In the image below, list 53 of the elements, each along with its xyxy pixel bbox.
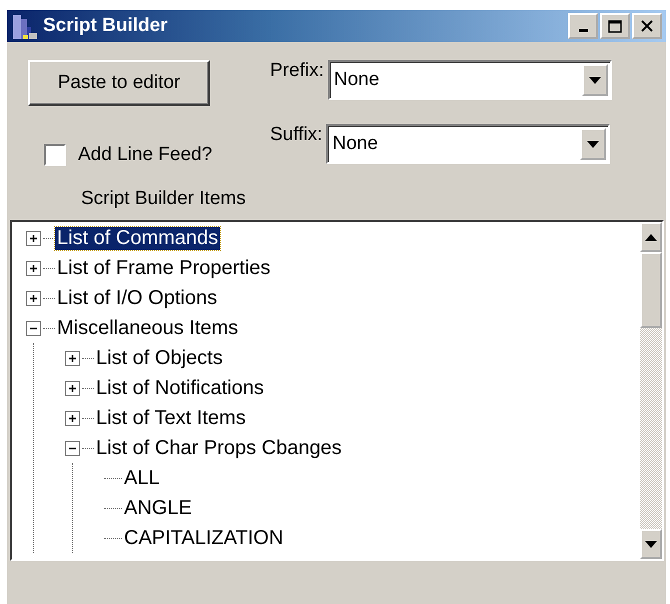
building-icon	[11, 13, 37, 39]
scroll-thumb[interactable]	[640, 252, 662, 328]
plus-icon	[29, 294, 38, 302]
tree-item[interactable]: List of I/O Options	[55, 286, 220, 310]
tree-item[interactable]: ANGLE	[122, 496, 194, 520]
plus-icon	[68, 414, 77, 422]
tree-item[interactable]: List of Objects	[94, 346, 225, 370]
expand-button[interactable]	[65, 350, 80, 366]
scroll-down-button[interactable]	[640, 529, 662, 559]
dropdown-button[interactable]	[580, 128, 606, 160]
checkbox[interactable]	[44, 144, 66, 166]
minimize-button[interactable]	[568, 13, 598, 39]
dropdown-field[interactable]: None	[328, 60, 612, 100]
close-button[interactable]	[632, 13, 662, 39]
scroll-bar[interactable]	[640, 222, 662, 559]
down-arrow-icon	[645, 540, 657, 548]
tree-item[interactable]: List of Text Items	[94, 406, 248, 430]
section-label: Script Builder Items	[81, 188, 246, 210]
field-label: Prefix:	[270, 60, 324, 82]
expand-button[interactable]	[65, 410, 80, 426]
checkbox-label: Add Line Feed?	[78, 144, 212, 166]
close-icon	[641, 20, 653, 32]
tree-item[interactable]: List of Frame Properties	[55, 256, 272, 280]
tree-item[interactable]: List of Commands	[55, 226, 220, 250]
caret-icon	[587, 140, 600, 148]
maximize-button[interactable]	[600, 13, 630, 39]
expand-button[interactable]	[65, 380, 80, 396]
plus-icon	[68, 354, 77, 362]
tree-item[interactable]: List of Notifications	[94, 376, 266, 400]
collapse-button[interactable]	[65, 440, 80, 456]
dropdown-button[interactable]	[582, 64, 608, 96]
paste-to-editor-button[interactable]: Paste to editor	[28, 60, 210, 106]
expand-button[interactable]	[26, 260, 41, 276]
dropdown-value: None	[331, 133, 379, 155]
maximize-icon	[608, 20, 622, 32]
minimize-icon	[578, 29, 588, 32]
tree-item[interactable]: Miscellaneous Items	[55, 316, 240, 340]
field-label: Suffix:	[270, 124, 322, 146]
up-arrow-icon	[645, 234, 657, 240]
plus-icon	[29, 264, 38, 272]
tree-item[interactable]: CAPITALIZATION	[122, 526, 286, 550]
caret-icon	[588, 76, 601, 84]
expand-button[interactable]	[26, 230, 41, 246]
window-title: Script Builder	[43, 15, 169, 37]
tree-item[interactable]: ALL	[122, 466, 162, 490]
expand-button[interactable]	[26, 290, 41, 306]
plus-icon	[29, 234, 38, 242]
collapse-button[interactable]	[26, 320, 41, 336]
scroll-up-button[interactable]	[640, 222, 662, 252]
dropdown-value: None	[332, 69, 380, 91]
tree-item[interactable]: List of Char Props Cbanges	[94, 436, 344, 460]
dropdown-field[interactable]: None	[326, 124, 610, 164]
plus-icon	[68, 384, 77, 392]
